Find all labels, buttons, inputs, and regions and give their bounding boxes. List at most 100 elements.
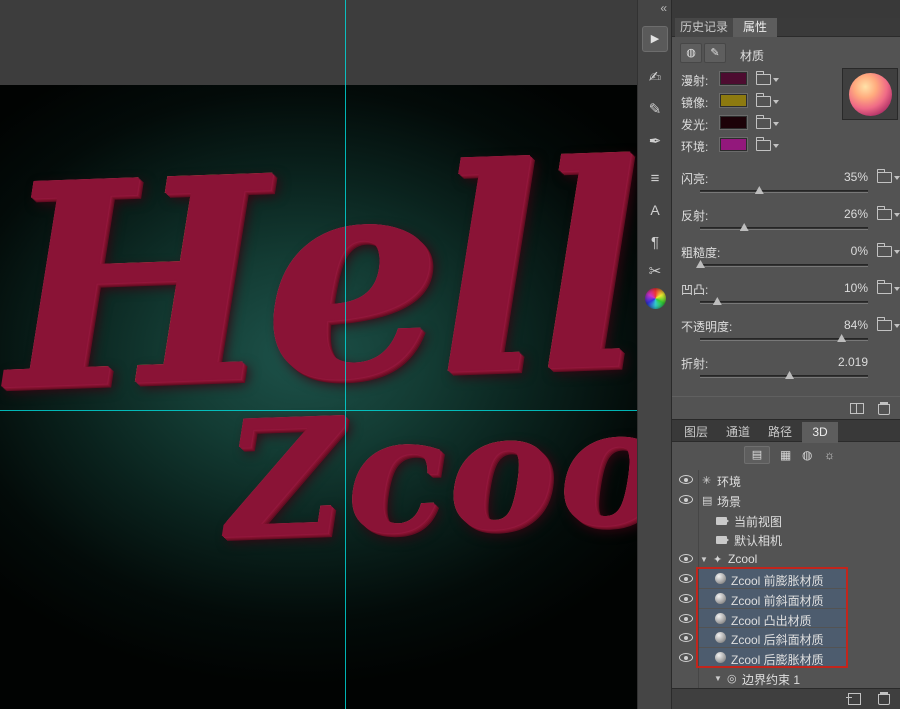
properties-panel-icon[interactable]: ▶ (642, 26, 668, 52)
mesh-icon: ✦ (713, 553, 722, 566)
visibility-eye-icon[interactable] (679, 574, 693, 583)
list-item-label: 边界约束 1 (742, 671, 800, 688)
list-item-default-camera[interactable]: 默认相机 (672, 529, 900, 549)
specular-swatch[interactable] (720, 94, 747, 107)
bump-label: 凹凸: (681, 281, 708, 298)
roughness-texture-folder-icon[interactable] (877, 246, 892, 257)
guide-horizontal[interactable] (0, 410, 637, 411)
material-sphere-icon (715, 613, 726, 624)
list-item-front-inflation-material[interactable]: Zcool 前膨胀材质 (672, 569, 900, 589)
diffuse-texture-folder-icon[interactable] (756, 74, 771, 85)
illumination-swatch[interactable] (720, 116, 747, 129)
disclosure-triangle-icon[interactable]: ▼ (714, 674, 722, 683)
canvas-artwork[interactable]: Hello Zcool (0, 85, 637, 709)
diffuse-swatch[interactable] (720, 72, 747, 85)
material-paint-button[interactable]: ✎ (704, 43, 726, 63)
properties-list-view-icon[interactable] (850, 403, 864, 414)
new-item-icon[interactable] (848, 693, 861, 705)
bump-slider-thumb[interactable] (713, 297, 722, 305)
tab-layers[interactable]: 图层 (676, 422, 716, 443)
illumination-label: 发光: (681, 116, 708, 133)
list-item-extrusion-material[interactable]: Zcool 凸出材质 (672, 609, 900, 629)
list-item-boundary-constraint[interactable]: ▼ ◎ 边界约束 1 (672, 668, 900, 688)
refraction-slider[interactable] (700, 375, 868, 378)
filter-scene-button[interactable]: ▤ (744, 446, 770, 464)
visibility-eye-icon[interactable] (679, 475, 693, 484)
visibility-eye-icon[interactable] (679, 495, 693, 504)
illumination-texture-folder-icon[interactable] (756, 118, 771, 129)
material-section-title: 材质 (740, 47, 764, 64)
material-preview-box[interactable] (842, 68, 898, 120)
specular-texture-folder-icon[interactable] (756, 96, 771, 107)
refraction-slider-thumb[interactable] (785, 371, 794, 379)
document-area[interactable]: Hello Zcool (0, 0, 637, 709)
list-item-environment[interactable]: ✳ 环境 (672, 470, 900, 490)
hand-tool-icon[interactable]: ✍ (638, 68, 672, 86)
filter-mesh-icon[interactable]: ▦ (780, 448, 791, 462)
list-item-back-bevel-material[interactable]: Zcool 后斜面材质 (672, 628, 900, 648)
guide-vertical[interactable] (345, 0, 346, 709)
list-item-current-view[interactable]: 当前视图 (672, 510, 900, 530)
shine-texture-folder-icon[interactable] (877, 172, 892, 183)
material-sphere-icon (715, 593, 726, 604)
tab-channels[interactable]: 通道 (718, 422, 758, 443)
tab-history[interactable]: 历史记录 (675, 18, 733, 37)
tab-properties[interactable]: 属性 (733, 18, 777, 37)
shine-slider-thumb[interactable] (755, 186, 764, 194)
ambient-texture-folder-icon[interactable] (756, 140, 771, 151)
reflection-texture-folder-icon[interactable] (877, 209, 892, 220)
bump-texture-folder-icon[interactable] (877, 283, 892, 294)
properties-tabbar: 历史记录 属性 (672, 18, 900, 37)
material-sphere-button[interactable]: ◍ (680, 43, 702, 63)
visibility-eye-icon[interactable] (679, 594, 693, 603)
visibility-eye-icon[interactable] (679, 653, 693, 662)
delete-item-icon[interactable] (878, 692, 890, 705)
filter-material-icon[interactable]: ◍ (802, 448, 812, 462)
refraction-label: 折射: (681, 355, 708, 372)
opacity-value[interactable]: 84% (844, 318, 868, 332)
tab-paths[interactable]: 路径 (760, 422, 800, 443)
color-wheel-icon[interactable] (645, 288, 666, 309)
visibility-eye-icon[interactable] (679, 614, 693, 623)
opacity-slider-thumb[interactable] (837, 334, 846, 342)
shine-value[interactable]: 35% (844, 170, 868, 184)
list-item-zcool-mesh[interactable]: ▼ ✦ Zcool (672, 549, 900, 569)
list-item-label: 默认相机 (734, 532, 782, 549)
bump-slider[interactable] (700, 301, 868, 304)
list-item-label: Zcool 凸出材质 (731, 612, 812, 629)
filter-light-icon[interactable]: ☼ (824, 448, 835, 462)
visibility-eye-icon[interactable] (679, 633, 693, 642)
panel-dock: « ▶ ✍ ✎ ✒ ≡ A ¶ ✂ (637, 0, 672, 709)
shine-slider[interactable] (700, 190, 868, 193)
reflection-slider-thumb[interactable] (740, 223, 749, 231)
panel-header-strip (672, 0, 900, 18)
roughness-slider[interactable] (700, 264, 868, 267)
properties-delete-icon[interactable] (878, 402, 890, 415)
roughness-value[interactable]: 0% (851, 244, 868, 258)
roughness-slider-thumb[interactable] (696, 260, 705, 268)
bump-value[interactable]: 10% (844, 281, 868, 295)
brush-panel-icon[interactable]: ✎ (638, 100, 672, 118)
slice-panel-icon[interactable]: ✂ (638, 262, 672, 280)
clone-source-panel-icon[interactable]: ✒ (638, 132, 672, 150)
list-item-label: Zcool (728, 552, 757, 566)
ambient-swatch[interactable] (720, 138, 747, 151)
list-item-front-bevel-material[interactable]: Zcool 前斜面材质 (672, 589, 900, 609)
3d-panel-bottom-bar (672, 688, 900, 709)
disclosure-triangle-icon[interactable]: ▼ (700, 555, 708, 564)
character-panel-icon[interactable]: A (638, 202, 672, 218)
refraction-value[interactable]: 2.019 (838, 355, 868, 369)
environment-icon: ✳ (702, 474, 711, 487)
tab-3d[interactable]: 3D (802, 422, 838, 443)
visibility-eye-icon[interactable] (679, 554, 693, 563)
opacity-texture-folder-icon[interactable] (877, 320, 892, 331)
3d-object-list: ✳ 环境 ▤ 场景 当前视图 默认相机 ▼ ✦ Zcool (672, 470, 900, 688)
collapse-dock-icon[interactable]: « (660, 1, 666, 15)
reflection-slider[interactable] (700, 227, 868, 230)
list-item-scene[interactable]: ▤ 场景 (672, 490, 900, 510)
reflection-value[interactable]: 26% (844, 207, 868, 221)
paragraph-panel-icon[interactable]: ¶ (638, 234, 672, 251)
list-item-back-inflation-material[interactable]: Zcool 后膨胀材质 (672, 648, 900, 668)
adjustments-panel-icon[interactable]: ≡ (638, 170, 672, 187)
opacity-slider[interactable] (700, 338, 868, 341)
